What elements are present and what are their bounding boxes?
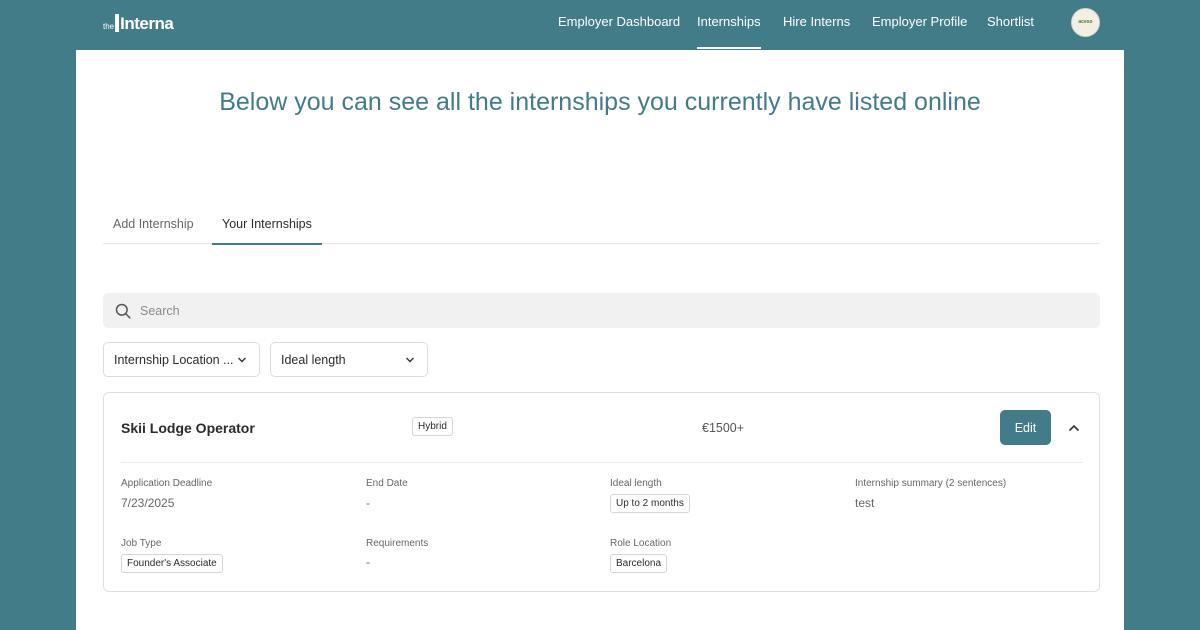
tab-bar: Add Internship Your Internships <box>103 210 1100 245</box>
end-date-label: End Date <box>366 478 408 489</box>
nav-hire-interns[interactable]: Hire Interns <box>783 14 850 50</box>
application-deadline-label: Application Deadline <box>121 478 213 489</box>
logo-prefix: the <box>103 22 115 31</box>
tab-add-internship[interactable]: Add Internship <box>113 217 194 244</box>
search-input[interactable] <box>140 303 1040 318</box>
job-type-label: Job Type <box>121 538 162 549</box>
salary: €1500+ <box>702 421 745 435</box>
summary-label: Internship summary (2 sentences) <box>855 478 1007 489</box>
nav-internships[interactable]: Internships <box>697 14 761 50</box>
internship-title: Skii Lodge Operator <box>121 420 255 436</box>
nav-shortlist[interactable]: Shortlist <box>987 14 1034 50</box>
nav-employer-profile[interactable]: Employer Profile <box>872 14 967 50</box>
logo[interactable]: the Interna <box>103 10 174 34</box>
page-title: Below you can see all the internships yo… <box>219 88 981 116</box>
nav-employer-dashboard[interactable]: Employer Dashboard <box>558 14 680 50</box>
ideal-length-label: Ideal length <box>610 478 662 489</box>
card-divider <box>121 462 1083 463</box>
location-filter-label: Internship Location ... <box>114 352 234 367</box>
role-location-value: Barcelona <box>610 554 668 573</box>
requirements-label: Requirements <box>366 538 429 549</box>
top-navigation: the Interna Employer Dashboard Internshi… <box>0 0 1200 50</box>
logo-text: Interna <box>120 14 174 33</box>
ideal-length-value: Up to 2 months <box>610 494 690 513</box>
chevron-down-icon <box>406 357 414 363</box>
edit-button[interactable]: Edit <box>1000 410 1051 445</box>
summary-value: test <box>855 496 875 510</box>
chevron-down-icon <box>238 357 246 363</box>
search-icon <box>115 303 131 319</box>
job-type-value: Founder's Associate <box>121 554 223 573</box>
search-bar <box>103 293 1100 328</box>
end-date-value: - <box>366 496 370 510</box>
application-deadline-value: 7/23/2025 <box>121 496 175 510</box>
internship-card: Skii Lodge Operator Hybrid €1500+ Edit A… <box>103 392 1100 592</box>
role-location-label: Role Location <box>610 538 672 549</box>
ideal-length-filter[interactable]: Ideal length <box>270 342 428 377</box>
avatar[interactable]: aceso <box>1071 8 1100 37</box>
work-mode-badge: Hybrid <box>412 417 453 436</box>
chevron-up-icon[interactable] <box>1067 421 1081 435</box>
location-filter[interactable]: Internship Location ... <box>103 342 260 377</box>
logo-mark <box>115 14 120 32</box>
ideal-length-filter-label: Ideal length <box>281 352 346 367</box>
avatar-text: aceso <box>1078 19 1093 25</box>
tab-your-internships[interactable]: Your Internships <box>212 217 322 245</box>
requirements-value: - <box>366 555 370 569</box>
